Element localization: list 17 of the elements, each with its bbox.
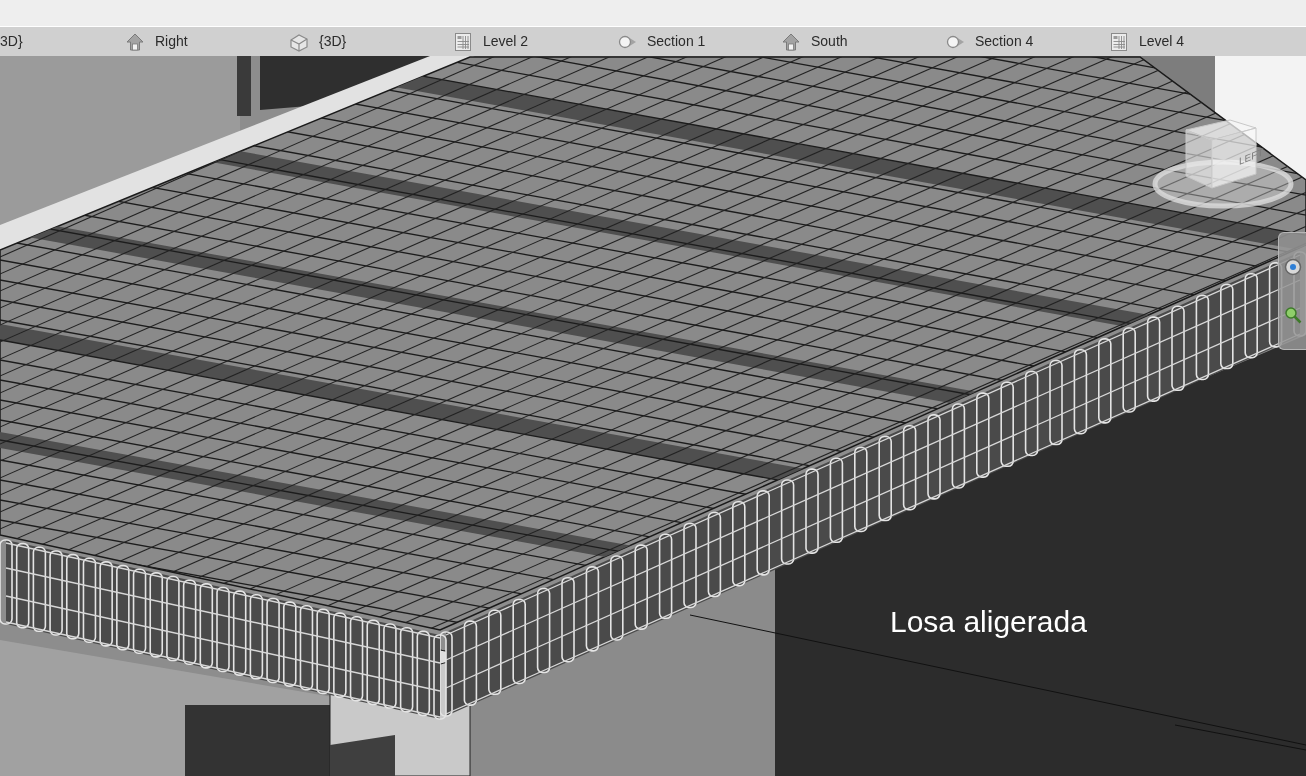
grid-sheet-icon <box>1109 31 1129 52</box>
annotation-label: Losa aligerada <box>890 604 1087 640</box>
view-cube[interactable] <box>1152 116 1294 210</box>
house-icon <box>125 31 145 52</box>
view-tab[interactable]: South <box>773 27 937 56</box>
view-tab[interactable]: Right <box>117 27 281 56</box>
view-tab[interactable]: Section 1 <box>609 27 773 56</box>
view-tab[interactable]: Level 4 <box>1101 27 1265 56</box>
wheel-icon[interactable] <box>1283 258 1302 276</box>
view-tab[interactable]: Level 2 <box>445 27 609 56</box>
magnifier-icon[interactable] <box>1283 306 1302 324</box>
grid-sheet-icon <box>453 31 473 52</box>
view-tab[interactable]: 3D} <box>0 27 117 56</box>
view-tab[interactable]: Section 4 <box>937 27 1101 56</box>
view-cube-face-label: LEFT <box>1239 147 1264 167</box>
view-tab[interactable]: {3D} <box>281 27 445 56</box>
house-icon <box>781 31 801 52</box>
